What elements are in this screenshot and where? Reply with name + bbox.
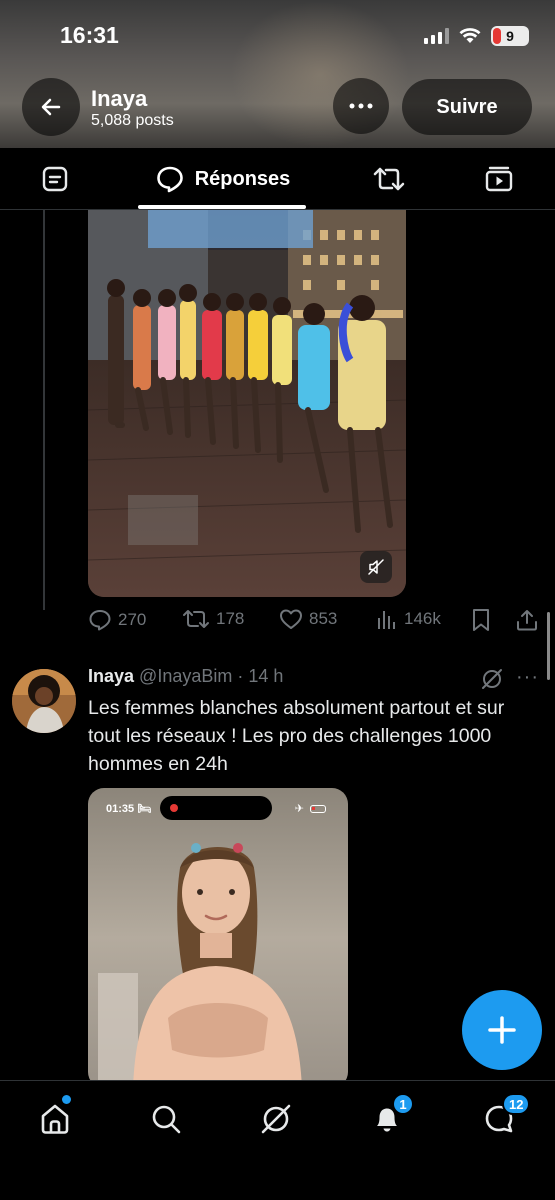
like-count: 853 <box>309 609 338 628</box>
reply-icon <box>89 610 111 631</box>
nav-grok[interactable] <box>256 1099 296 1139</box>
bookmark-icon <box>473 609 489 631</box>
battery-icon: 9 <box>491 26 529 46</box>
search-icon <box>152 1105 181 1134</box>
messages-badge: 12 <box>502 1093 531 1115</box>
phone-status-time: 01:35 🛏 <box>106 803 152 815</box>
notifications-badge: 1 <box>392 1093 414 1115</box>
bookmark-button[interactable] <box>471 608 491 632</box>
author-handle-time[interactable]: @InayaBim · 14 h <box>139 666 283 686</box>
like-button[interactable]: 853 <box>279 608 337 630</box>
avatar[interactable] <box>12 669 76 733</box>
nav-home[interactable] <box>35 1099 75 1139</box>
status-icons: 9 <box>424 26 529 46</box>
back-arrow-icon <box>41 98 61 116</box>
views-chart-icon <box>378 611 395 629</box>
tab-replies-label: Réponses <box>194 167 291 190</box>
active-tab-indicator <box>138 205 306 209</box>
replies-icon <box>156 166 183 193</box>
compose-button[interactable] <box>462 990 542 1070</box>
more-options-button[interactable] <box>333 78 389 134</box>
profile-post-count: 5,088 posts <box>91 112 174 129</box>
muted-speaker-icon <box>368 559 384 575</box>
tweet-more-button[interactable]: ··· <box>516 666 539 689</box>
plus-icon <box>488 1016 516 1044</box>
home-unread-dot <box>62 1095 71 1104</box>
scrollbar[interactable] <box>547 612 550 680</box>
posts-icon <box>42 166 68 192</box>
avatar-image <box>12 669 76 733</box>
tab-media[interactable] <box>474 148 524 210</box>
phone-status-icons: ✈ <box>295 802 326 815</box>
author-name[interactable]: Inaya <box>88 666 134 686</box>
tweet-video[interactable] <box>88 210 406 597</box>
grok-icon <box>261 1104 291 1134</box>
media-icon <box>485 166 513 192</box>
heart-icon <box>280 609 302 629</box>
grok-button[interactable] <box>481 668 503 695</box>
ellipsis-icon <box>349 103 373 109</box>
share-button[interactable] <box>515 608 539 632</box>
tweet-header: Inaya @InayaBim · 14 h <box>88 666 283 687</box>
tab-reposts[interactable] <box>364 148 414 210</box>
repost-button[interactable]: 178 <box>182 608 244 630</box>
views-button[interactable]: 146k <box>376 608 441 630</box>
status-time: 16:31 <box>60 22 119 48</box>
reply-button[interactable]: 270 <box>88 608 146 632</box>
grok-icon <box>482 669 502 689</box>
tweet-actions: 270 178 853 146k <box>88 608 543 634</box>
share-icon <box>517 610 537 631</box>
home-icon <box>41 1104 69 1134</box>
mute-toggle[interactable] <box>360 551 392 583</box>
reply-count: 270 <box>118 610 147 629</box>
view-count: 146k <box>404 609 441 628</box>
bottom-nav: 1 12 <box>0 1080 555 1200</box>
dynamic-island <box>160 796 272 820</box>
tweet-image[interactable]: 01:35 🛏 ✈ <box>88 788 348 1088</box>
tweet-text: Les femmes blanches absolument partout e… <box>88 697 505 775</box>
video-frame <box>88 210 406 597</box>
nav-search[interactable] <box>146 1099 186 1139</box>
tab-posts[interactable] <box>30 148 80 210</box>
cellular-signal-icon <box>424 28 449 44</box>
phone-battery-icon <box>310 804 326 813</box>
image-frame <box>98 843 302 1088</box>
profile-tabs: Réponses <box>0 148 555 210</box>
back-button[interactable] <box>22 78 80 136</box>
thread-connector <box>43 210 45 610</box>
airplane-icon: ✈ <box>294 803 304 815</box>
retweet-icon <box>183 610 209 628</box>
tab-replies[interactable]: Réponses <box>140 148 305 210</box>
follow-button[interactable]: Suivre <box>402 79 532 135</box>
repost-count: 178 <box>216 609 245 628</box>
wifi-icon <box>459 28 481 43</box>
retweet-icon <box>373 167 405 191</box>
profile-name: Inaya <box>91 86 148 111</box>
